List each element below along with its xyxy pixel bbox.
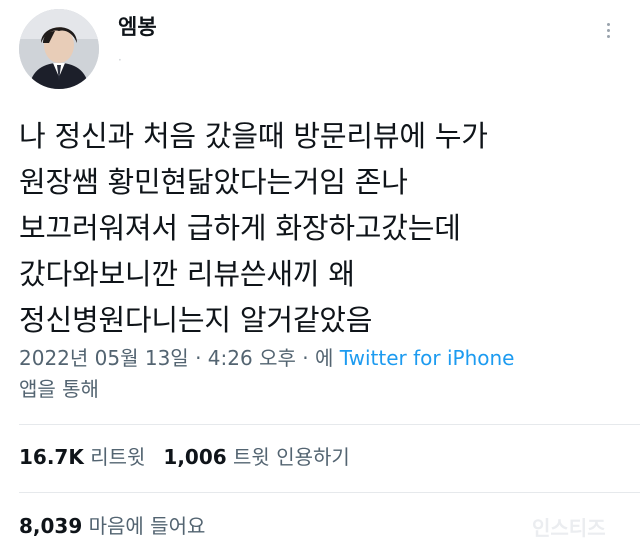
tweet-source-link[interactable]: Twitter for iPhone <box>340 346 515 370</box>
via-suffix: 앱을 통해 <box>19 377 99 401</box>
more-dot-icon <box>606 34 610 38</box>
tweet-card: 엠봉 · 나 정신과 처음 갔을때 방문리뷰에 누가 원장쌤 황민현닮았다는거임… <box>0 0 640 558</box>
meta-separator: · <box>188 346 208 370</box>
retweets-count: 16.7K <box>19 445 84 469</box>
tweet-meta: 2022년 05월 13일 · 4:26 오후 · 에 Twitter for … <box>19 343 629 373</box>
display-name[interactable]: 엠봉 <box>118 13 157 41</box>
more-options-button[interactable] <box>598 18 618 42</box>
tweet-text-line: 원장쌤 황민현닮았다는거임 존나 <box>19 165 408 199</box>
retweets-stat[interactable]: 16.7K 리트윗 <box>19 440 145 474</box>
likes-stat[interactable]: 8,039 마음에 들어요 <box>19 509 205 543</box>
tweet-text-line: 갔다와보니깐 리뷰쓴새끼 왜 <box>19 257 355 291</box>
tweet-date[interactable]: 2022년 05월 13일 <box>19 346 189 370</box>
tweet-text-line: 나 정신과 처음 갔을때 방문리뷰에 누가 <box>19 119 488 153</box>
engagement-stats: 16.7K 리트윗 1,006 트윗 인용하기 <box>19 440 350 474</box>
quotes-stat[interactable]: 1,006 트윗 인용하기 <box>163 440 349 474</box>
quotes-count: 1,006 <box>163 445 227 469</box>
via-prefix: 에 <box>314 346 334 370</box>
more-dot-icon <box>606 28 610 32</box>
likes-label: 마음에 들어요 <box>88 514 206 538</box>
retweets-label: 리트윗 <box>90 445 146 469</box>
likes-count: 8,039 <box>19 514 83 538</box>
avatar[interactable] <box>19 9 99 89</box>
user-handle[interactable]: · <box>118 52 122 68</box>
likes-row: 8,039 마음에 들어요 <box>19 509 205 543</box>
watermark: 인스티즈 <box>532 516 606 540</box>
divider <box>19 492 640 493</box>
tweet-text-line: 보끄러워져서 급하게 화장하고갔는데 <box>19 211 461 245</box>
quotes-label: 트윗 인용하기 <box>233 445 350 469</box>
avatar-photo-icon <box>19 9 99 89</box>
meta-separator: · <box>295 346 315 370</box>
tweet-text-line: 정신병원다니는지 알거같았음 <box>19 303 373 337</box>
tweet-text: 나 정신과 처음 갔을때 방문리뷰에 누가 원장쌤 황민현닮았다는거임 존나 보… <box>19 113 629 343</box>
tweet-time[interactable]: 4:26 오후 <box>208 346 296 370</box>
divider <box>19 424 640 425</box>
more-dot-icon <box>606 22 610 26</box>
